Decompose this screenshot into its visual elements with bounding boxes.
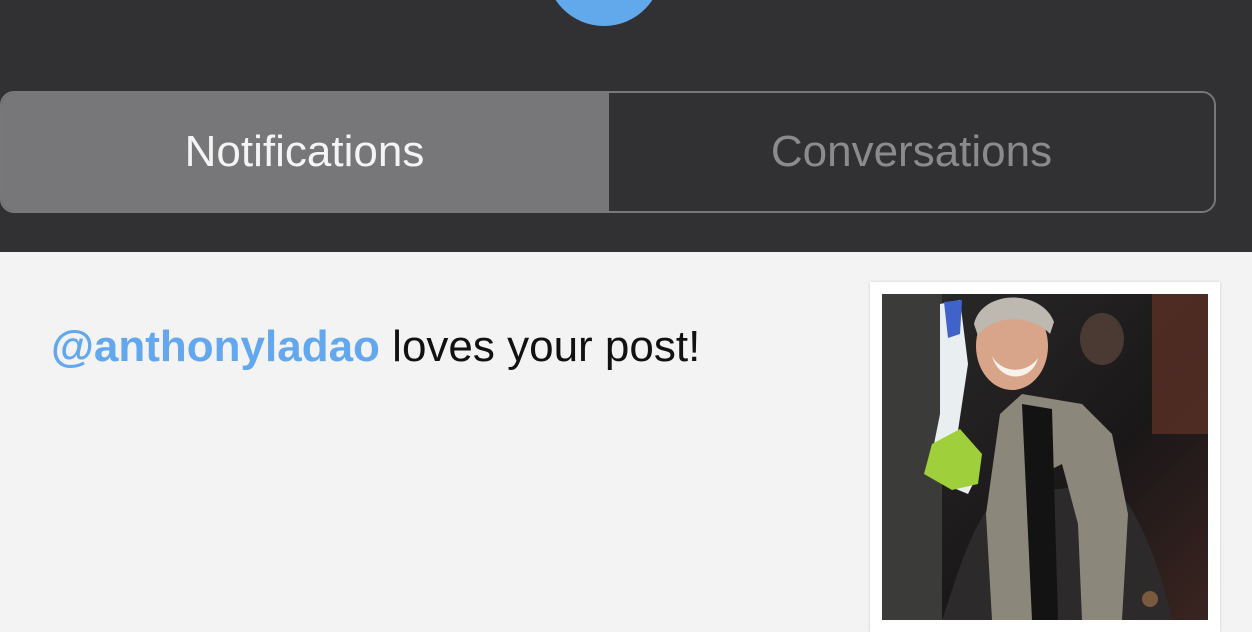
tab-conversations[interactable]: Conversations (607, 93, 1214, 211)
user-mention-link[interactable]: @anthonyladao (51, 322, 380, 371)
post-thumbnail[interactable] (870, 282, 1220, 632)
notification-message: loves your post! (379, 322, 701, 371)
tab-conversations-label: Conversations (770, 127, 1053, 176)
tab-notifications-label: Notifications (184, 127, 425, 176)
notifications-list: @anthonyladao loves your post! (0, 252, 1252, 632)
top-header: Notifications Conversations (0, 0, 1252, 252)
post-photo-image (882, 294, 1208, 620)
segmented-control: Notifications Conversations (0, 91, 1216, 213)
profile-avatar[interactable] (546, 0, 662, 26)
tab-notifications[interactable]: Notifications (2, 93, 607, 211)
notification-text: @anthonyladao loves your post! (51, 322, 700, 372)
post-photo (882, 294, 1208, 620)
